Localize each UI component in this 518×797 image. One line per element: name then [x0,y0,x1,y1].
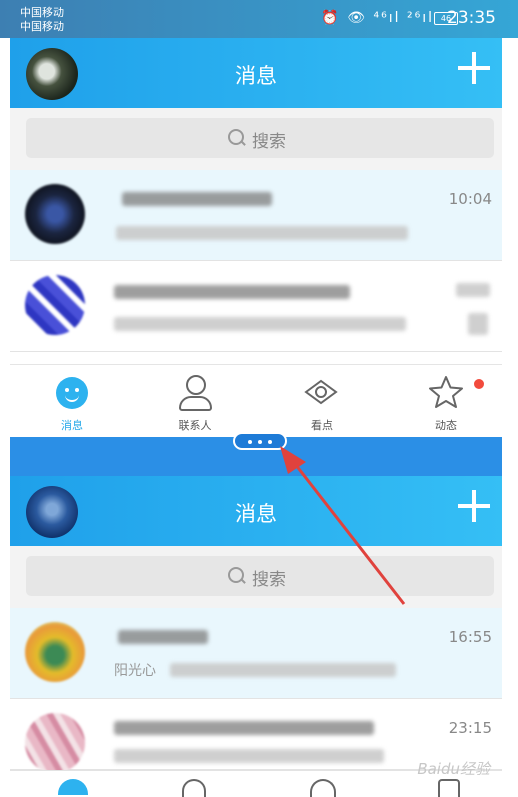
conversation-avatar [25,184,85,244]
blurred-name [122,192,272,206]
eye-icon[interactable] [310,779,336,797]
blurred-name [118,630,208,644]
search-bar: 搜索 [10,108,502,170]
conversation-avatar [25,713,85,773]
search-bar: 搜索 [10,546,502,608]
handle-dot [268,440,272,444]
conversation-preview: 阳光心 [114,663,156,679]
status-time: 23:35 [447,8,496,28]
page-title: 消息 [235,64,277,88]
conversation-avatar [25,622,85,682]
conversation-row[interactable]: 阳光心 16:55 [10,608,502,699]
blurred-preview [170,663,396,677]
message-smile-icon [56,377,88,409]
conversation-time: 10:04 [448,190,492,208]
conversation-time: 16:55 [448,628,492,646]
conversation-row[interactable] [10,261,502,352]
conversation-time: 23:15 [448,719,492,737]
notification-badge [474,379,484,389]
tab-label: 联系人 [178,419,212,432]
handle-dot [258,440,262,444]
page-title: 消息 [235,502,277,526]
search-icon [228,567,244,583]
blurred-preview [114,317,406,331]
contact-person-icon [179,375,212,411]
blurred-time [456,283,490,297]
tab-label: 消息 [61,419,83,432]
tab-label: 动态 [435,419,457,432]
conversation-avatar [25,275,85,335]
search-input[interactable]: 搜索 [26,118,494,158]
star-icon [429,376,463,408]
add-plus-icon[interactable] [458,490,490,522]
contact-person-icon[interactable] [182,779,206,797]
search-placeholder: 搜索 [252,132,286,152]
bottom-header: 消息 [10,476,502,546]
blurred-name [114,721,374,735]
handle-dot [248,440,252,444]
blurred-icon [468,313,488,335]
top-header: 消息 [10,38,502,108]
tab-label: 看点 [311,419,333,432]
blurred-preview [116,226,408,240]
carrier-label-1: 中国移动 [20,6,64,19]
search-input[interactable]: 搜索 [26,556,494,596]
eye-icon [304,379,338,405]
status-bar: 中国移动 中国移动 ⏰ 👁 ⁴⁶ıl ²⁶ıl 46 23:35 [0,0,518,38]
conversation-row[interactable]: 10:04 [10,170,502,261]
star-icon[interactable] [438,779,460,797]
search-placeholder: 搜索 [252,570,286,590]
status-indicators: ⏰ 👁 ⁴⁶ıl ²⁶ıl [321,10,434,26]
watermark: Baidu经验 [417,760,490,778]
add-plus-icon[interactable] [458,52,490,84]
blurred-preview [114,749,384,763]
search-icon [228,129,244,145]
carrier-label-2: 中国移动 [20,20,64,33]
bottom-tab-bar: 消息 联系人 看点 动态 [10,364,502,439]
split-screen-handle[interactable] [233,432,287,450]
blurred-name [114,285,350,299]
message-smile-icon[interactable] [58,779,88,795]
